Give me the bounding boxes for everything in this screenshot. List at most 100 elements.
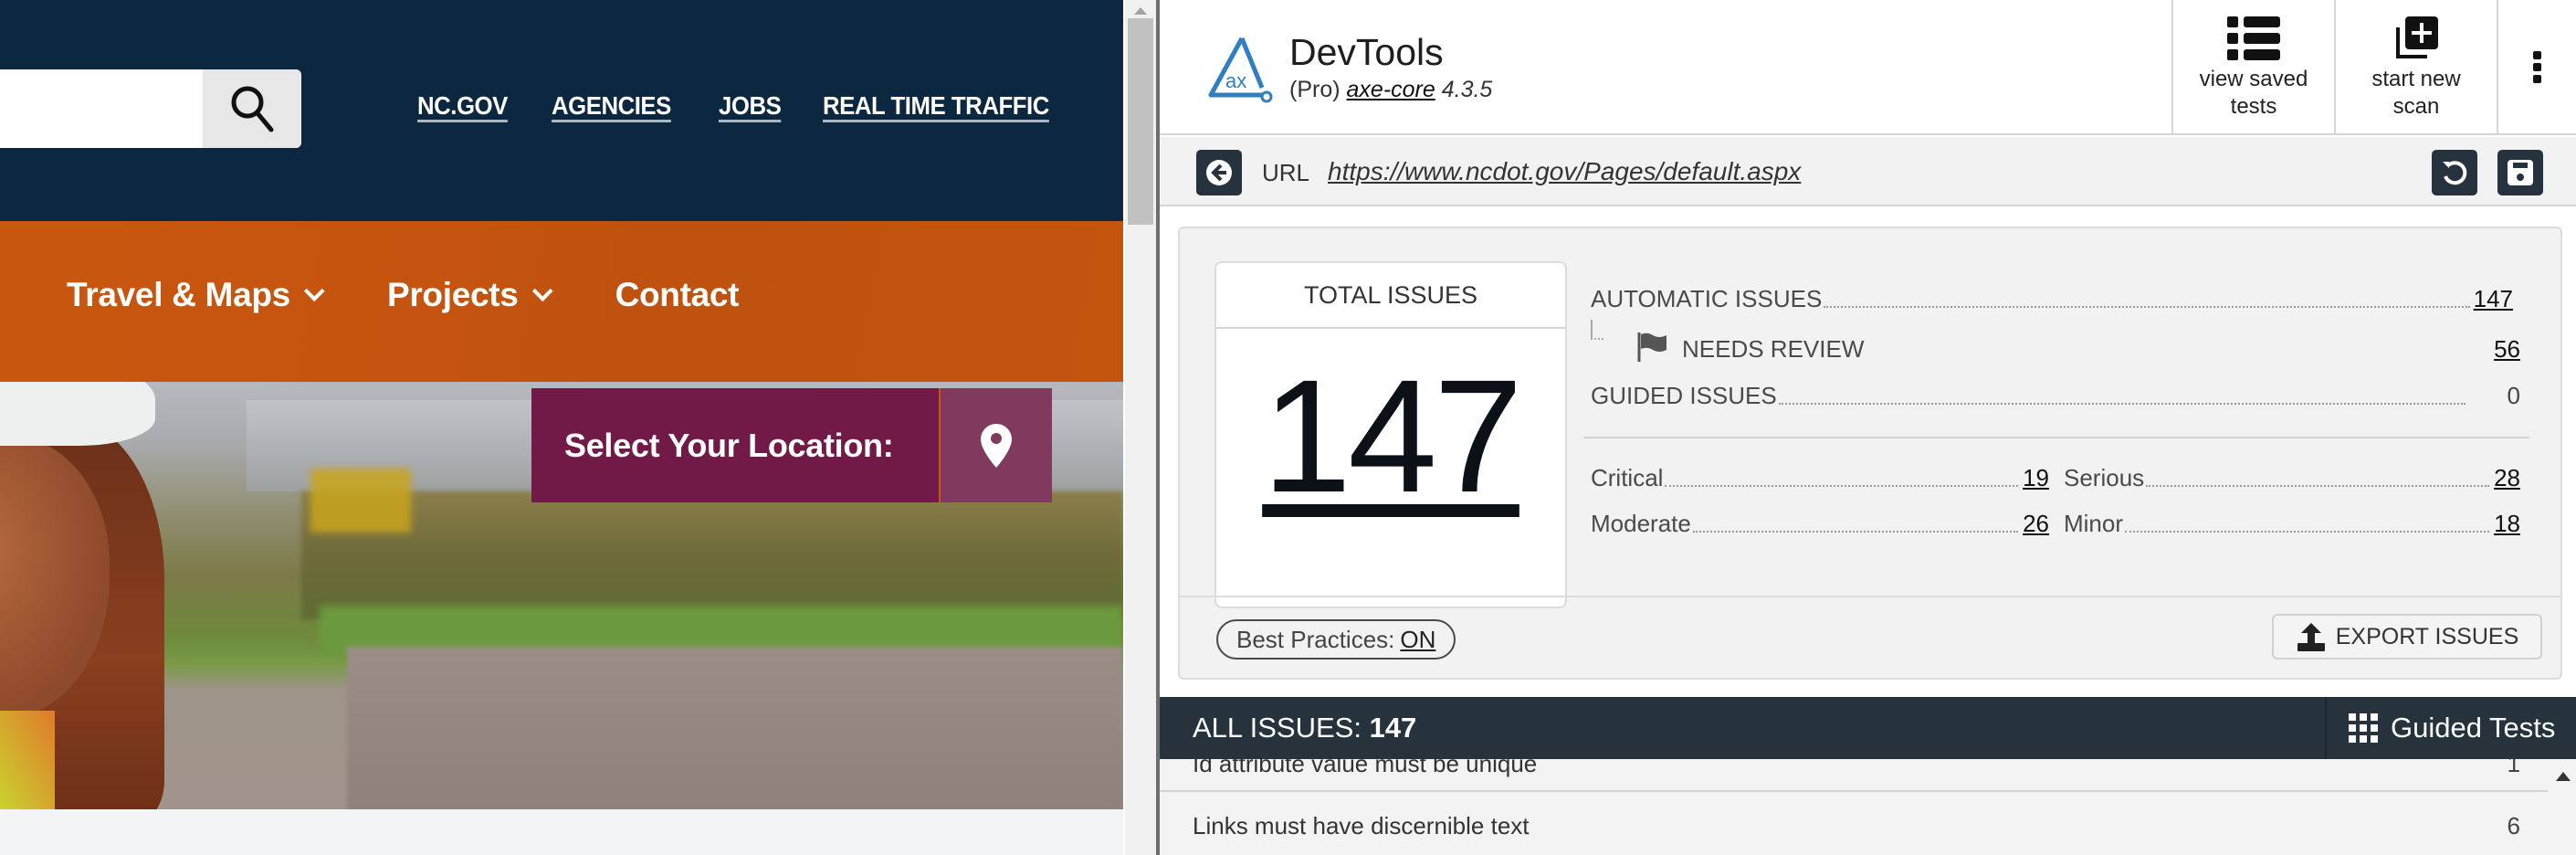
hero-worker-hardhat [0,382,155,446]
nav-contact[interactable]: Contact [615,276,740,314]
all-issues-label: ALL ISSUES: [1193,712,1362,744]
issue-name: Id attribute value must be unique [1193,759,1538,777]
view-saved-tests-button[interactable]: view saved tests [2171,0,2334,135]
start-new-scan-button[interactable]: start new scan [2334,0,2497,135]
list-icon [2227,16,2280,60]
export-issues-button[interactable]: EXPORT ISSUES [2272,614,2542,660]
guided-tests-label: Guided Tests [2391,712,2556,744]
link-nc-gov[interactable]: NC.GOV [417,91,508,121]
flag-icon [1637,332,1667,362]
summary-separator [1583,437,2529,438]
needs-review-label: NEEDS REVIEW [1682,335,1865,363]
url-label: URL [1262,159,1310,186]
best-practices-toggle[interactable]: Best Practices: ON [1216,619,1456,660]
moderate-row: Moderate 26 [1591,510,2049,538]
guided-tests-button[interactable]: Guided Tests [2325,697,2576,759]
start-new-scan-label: start new scan [2371,67,2461,119]
minor-count[interactable]: 18 [2493,510,2520,538]
utility-links: NC.GOV AGENCIES JOBS REAL TIME TRAFFIC [417,91,1068,121]
minor-label: Minor [2064,510,2124,537]
back-button[interactable] [1196,150,1242,195]
nav-projects[interactable]: Projects [386,276,553,314]
all-issues-bar: ALL ISSUES: 147 Guided Tests [1160,697,2576,759]
moderate-count[interactable]: 26 [2022,510,2049,538]
critical-count[interactable]: 19 [2022,464,2049,492]
rescan-button[interactable] [2432,150,2477,195]
more-options-button[interactable] [2497,0,2576,135]
search-icon [231,86,274,132]
save-scan-button[interactable] [2497,150,2543,195]
select-location-label: Select Your Location: [564,426,894,464]
issue-count: 1 [2507,759,2520,777]
url-bar: URL https://www.ncdot.gov/Pages/default.… [1160,137,2576,206]
list-scroll-up-icon[interactable] [2556,772,2571,781]
scanned-url-link[interactable]: https://www.ncdot.gov/Pages/default.aspx [1328,157,1801,186]
website-scrollbar[interactable] [1125,0,1156,855]
axe-core-link[interactable]: axe-core [1347,77,1435,102]
site-header: NC.GOV AGENCIES JOBS REAL TIME TRAFFIC [0,0,1123,221]
guided-issues-count: 0 [2507,382,2520,409]
chevron-down-icon [303,280,325,302]
link-jobs[interactable]: JOBS [719,91,782,121]
serious-label: Serious [2064,464,2145,491]
site-main-nav: Travel & Maps Projects Contact [0,221,1123,382]
site-search-input[interactable] [0,69,203,148]
save-disk-icon [2508,160,2533,185]
website-viewport: NC.GOV AGENCIES JOBS REAL TIME TRAFFIC T… [0,0,1123,855]
site-search-box [0,69,301,148]
link-agencies[interactable]: AGENCIES [552,91,671,121]
map-pin-icon [981,423,1012,468]
devtools-subtitle: (Pro) axe-core 4.3.5 [1289,77,1492,103]
hero-background-grass [301,491,1123,619]
scroll-up-arrow-icon[interactable] [1134,7,1147,15]
automatic-issues-label: AUTOMATIC ISSUES [1591,285,1823,312]
best-practices-value: ON [1400,625,1436,653]
serious-count[interactable]: 28 [2493,464,2520,492]
select-location-button[interactable]: Select Your Location: [531,388,939,502]
total-issues-count[interactable]: 147 [1216,336,1565,537]
dotted-leader [1824,306,2470,308]
axe-devtools-panel: ax DevTools (Pro) axe-core 4.3.5 view sa… [1160,0,2576,855]
dotted-leader [1692,531,2018,533]
guided-issues-label: GUIDED ISSUES [1591,382,1777,409]
hero-background-road [347,647,1123,809]
issue-row[interactable]: Id attribute value must be unique 1 [1160,759,2548,792]
nav-label: Projects [386,276,519,313]
dotted-leader [2125,531,2489,533]
link-real-time-traffic[interactable]: REAL TIME TRAFFIC [823,91,1049,121]
hero-worker-vest [0,711,55,809]
all-issues-heading: ALL ISSUES: 147 [1193,712,1416,744]
devtools-header: ax DevTools (Pro) axe-core 4.3.5 view sa… [1160,0,2576,135]
total-issues-label: TOTAL ISSUES [1216,263,1565,329]
issue-name: Links must have discernible text [1193,812,1530,839]
all-issues-count: 147 [1369,712,1417,744]
edition-label: (Pro) [1289,77,1341,102]
issue-row[interactable]: Links must have discernible text 6 [1160,794,2548,845]
svg-text:ax: ax [1225,69,1246,92]
export-upload-icon [2297,623,2325,651]
critical-row: Critical 19 [1591,464,2049,492]
view-saved-tests-label: view saved tests [2199,67,2308,119]
location-pin-button[interactable] [939,388,1052,502]
dotted-leader [2146,485,2489,487]
nav-label: Travel & Maps [67,276,290,313]
refresh-icon [2443,161,2467,185]
needs-review-count[interactable]: 56 [2493,335,2520,364]
nav-travel-maps[interactable]: Travel & Maps [67,276,325,314]
moderate-label: Moderate [1591,510,1691,537]
issue-summary-panel: TOTAL ISSUES 147 AUTOMATIC ISSUES 147 NE… [1178,227,2562,680]
site-search-button[interactable] [203,69,301,148]
hero-worker-photo [0,382,292,809]
add-scan-icon [2396,16,2438,58]
kebab-menu-icon [2532,51,2541,83]
automatic-issues-count[interactable]: 147 [2474,285,2513,313]
chevron-down-icon [531,280,553,302]
scrollbar-thumb[interactable] [1128,18,1153,225]
automatic-issues-row: AUTOMATIC ISSUES 147 [1591,285,2513,313]
total-issues-card: TOTAL ISSUES 147 [1214,261,1567,608]
hero-background-machine [310,469,411,533]
critical-label: Critical [1591,464,1664,491]
axe-logo-icon: ax [1208,37,1273,103]
dotted-leader [1778,403,2466,405]
arrow-left-circle-icon [1206,160,1232,185]
